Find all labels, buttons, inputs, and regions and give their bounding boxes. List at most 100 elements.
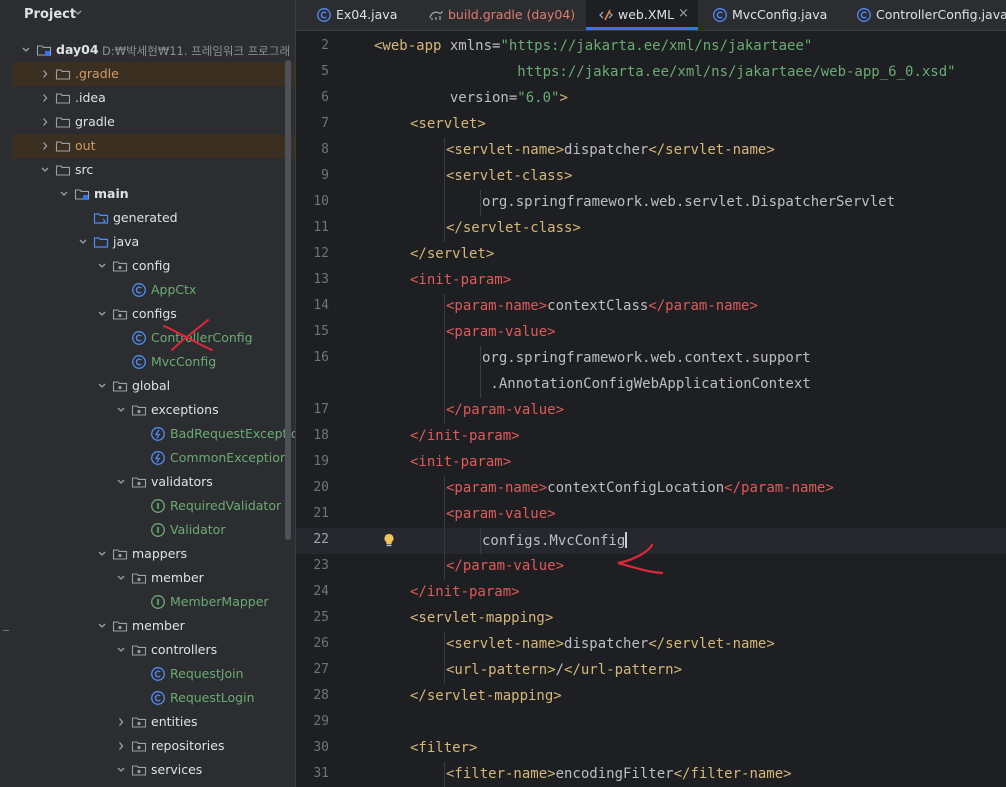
code-line[interactable]: 2 <web-app xmlns="https://jakarta.ee/xml/…: [296, 34, 1006, 60]
tree-item-requestlogin[interactable]: RequestLogin: [12, 686, 295, 710]
code-line[interactable]: 24 </init-param>: [296, 580, 1006, 606]
editor-tab[interactable]: build.gradle (day04): [416, 0, 584, 30]
chevron-down-icon[interactable]: [115, 475, 127, 489]
tree-item-member[interactable]: member: [12, 614, 295, 638]
tree-item-java[interactable]: java: [12, 230, 295, 254]
chevron-down-icon[interactable]: [96, 307, 108, 321]
code-line[interactable]: 11 </servlet-class>: [296, 216, 1006, 242]
chevron-down-icon[interactable]: [39, 163, 51, 177]
code-line[interactable]: 14 <param-name>contextClass</param-name>: [296, 294, 1006, 320]
code-area[interactable]: 2 <web-app xmlns="https://jakarta.ee/xml/…: [296, 34, 1006, 787]
tree-item-badrequestexception[interactable]: BadRequestException: [12, 422, 295, 446]
code-line[interactable]: .AnnotationConfigWebApplicationContext: [296, 372, 1006, 398]
chevron-down-icon[interactable]: [115, 763, 127, 777]
editor-tab[interactable]: web.XML ×: [586, 0, 698, 30]
code-line[interactable]: 23 </param-value>: [296, 554, 1006, 580]
code-line[interactable]: 13 <init-param>: [296, 268, 1006, 294]
chevron-right-icon[interactable]: [39, 91, 51, 105]
chevron-right-icon[interactable]: [115, 715, 127, 729]
chevron-down-icon[interactable]: [96, 619, 108, 633]
tree-item-mvcconfig[interactable]: MvcConfig: [12, 350, 295, 374]
editor-tab[interactable]: Ex04.java: [304, 0, 414, 30]
tree-item-gradle[interactable]: .gradle: [12, 62, 295, 86]
indent-guide: [444, 476, 445, 502]
code-line[interactable]: 12 </servlet>: [296, 242, 1006, 268]
tree-item-configs[interactable]: configs: [12, 302, 295, 326]
code-line[interactable]: 9 <servlet-class>: [296, 164, 1006, 190]
code-line[interactable]: 19 <init-param>: [296, 450, 1006, 476]
tree-item-idea[interactable]: .idea: [12, 86, 295, 110]
tree-item-entities[interactable]: entities: [12, 710, 295, 734]
chevron-right-icon[interactable]: [39, 67, 51, 81]
code-line[interactable]: 30 <filter>: [296, 736, 1006, 762]
indent-guide: [444, 294, 445, 320]
tree-item-exceptions[interactable]: exceptions: [12, 398, 295, 422]
chevron-down-icon[interactable]: [96, 379, 108, 393]
chevron-right-icon[interactable]: [39, 139, 51, 153]
project-panel-header[interactable]: Project: [12, 0, 295, 30]
tree-item-membermapper[interactable]: MemberMapper: [12, 590, 295, 614]
code-line[interactable]: 29: [296, 710, 1006, 736]
code-line[interactable]: 8 <servlet-name>dispatcher</servlet-name>: [296, 138, 1006, 164]
code-line[interactable]: 25 <servlet-mapping>: [296, 606, 1006, 632]
code-line[interactable]: 21 <param-value>: [296, 502, 1006, 528]
tree-item-validator[interactable]: Validator: [12, 518, 295, 542]
tree-item-global[interactable]: global: [12, 374, 295, 398]
tree-item-label: day04: [56, 42, 99, 57]
code-line[interactable]: 15 <param-value>: [296, 320, 1006, 346]
chevron-right-icon[interactable]: [115, 739, 127, 753]
tree-item-repositories[interactable]: repositories: [12, 734, 295, 758]
code-editor[interactable]: Ex04.java build.gradle (day04) web.XML × Mvc…: [295, 0, 1006, 787]
chevron-down-icon[interactable]: [115, 403, 127, 417]
code-line[interactable]: 27 <url-pattern>/</url-pattern>: [296, 658, 1006, 684]
tree-item-src[interactable]: src: [12, 158, 295, 182]
project-panel-title[interactable]: Project: [24, 7, 76, 22]
code-text: <servlet-class>: [446, 168, 572, 184]
chevron-down-icon[interactable]: [58, 187, 70, 201]
close-icon[interactable]: ×: [678, 6, 689, 21]
code-line[interactable]: 16 org.springframework.web.context.suppor…: [296, 346, 1006, 372]
code-line[interactable]: 18 </init-param>: [296, 424, 1006, 450]
tree-item-services[interactable]: services: [12, 758, 295, 782]
chevron-down-icon[interactable]: [96, 547, 108, 561]
chevron-down-icon[interactable]: [20, 43, 32, 57]
code-line[interactable]: 7 <servlet>: [296, 112, 1006, 138]
code-line[interactable]: 28 </servlet-mapping>: [296, 684, 1006, 710]
code-line[interactable]: 22 configs.MvcConfig: [296, 528, 1006, 554]
code-line[interactable]: 26 <servlet-name>dispatcher</servlet-name…: [296, 632, 1006, 658]
tree-item-label: global: [132, 378, 171, 393]
code-line[interactable]: 20 <param-name>contextConfigLocation</par…: [296, 476, 1006, 502]
tree-item-validators[interactable]: validators: [12, 470, 295, 494]
tree-item-controllerconfig[interactable]: ControllerConfig: [12, 319, 295, 351]
chevron-down-icon[interactable]: [115, 571, 127, 585]
tree-item-main[interactable]: main: [12, 182, 295, 206]
tree-item-config[interactable]: config: [12, 254, 295, 278]
project-tree-scrollbar[interactable]: [285, 60, 291, 540]
lightbulb-icon[interactable]: [381, 532, 397, 548]
code-line[interactable]: 5 https://jakarta.ee/xml/ns/jakartaee/we…: [296, 60, 1006, 86]
tree-item-generated[interactable]: generated: [12, 206, 295, 230]
tree-item-out[interactable]: out: [12, 134, 295, 158]
tree-item-controllers[interactable]: controllers: [12, 638, 295, 662]
tree-item-appctx[interactable]: AppCtx: [12, 278, 295, 302]
tree-item-requiredvalidator[interactable]: RequiredValidator: [12, 494, 295, 518]
code-line[interactable]: 6 version="6.0">: [296, 86, 1006, 112]
chevron-down-icon[interactable]: [115, 643, 127, 657]
tree-item-commonexception[interactable]: CommonException: [12, 446, 295, 470]
tree-item-gradle[interactable]: gradle: [12, 110, 295, 134]
tree-item-member[interactable]: member: [12, 566, 295, 590]
tree-item-requestjoin[interactable]: RequestJoin: [12, 662, 295, 686]
tree-item-day04[interactable]: day04 D:₩박세현₩11. 프레임워크 프로그래: [12, 38, 295, 62]
chevron-down-icon[interactable]: [96, 259, 108, 273]
code-line[interactable]: 10 org.springframework.web.servlet.Dispat…: [296, 190, 1006, 216]
tree-item-mappers[interactable]: mappers: [12, 542, 295, 566]
code-line[interactable]: 17 </param-value>: [296, 398, 1006, 424]
tree-item-label: AppCtx: [151, 282, 197, 297]
line-number: 21: [313, 506, 329, 521]
chevron-down-icon[interactable]: [72, 6, 84, 20]
code-line[interactable]: 31 <filter-name>encodingFilter</filter-na…: [296, 762, 1006, 787]
chevron-right-icon[interactable]: [39, 115, 51, 129]
editor-tab[interactable]: ControllerConfig.java: [844, 0, 1006, 30]
editor-tab[interactable]: MvcConfig.java: [700, 0, 842, 30]
chevron-down-icon[interactable]: [77, 235, 89, 249]
